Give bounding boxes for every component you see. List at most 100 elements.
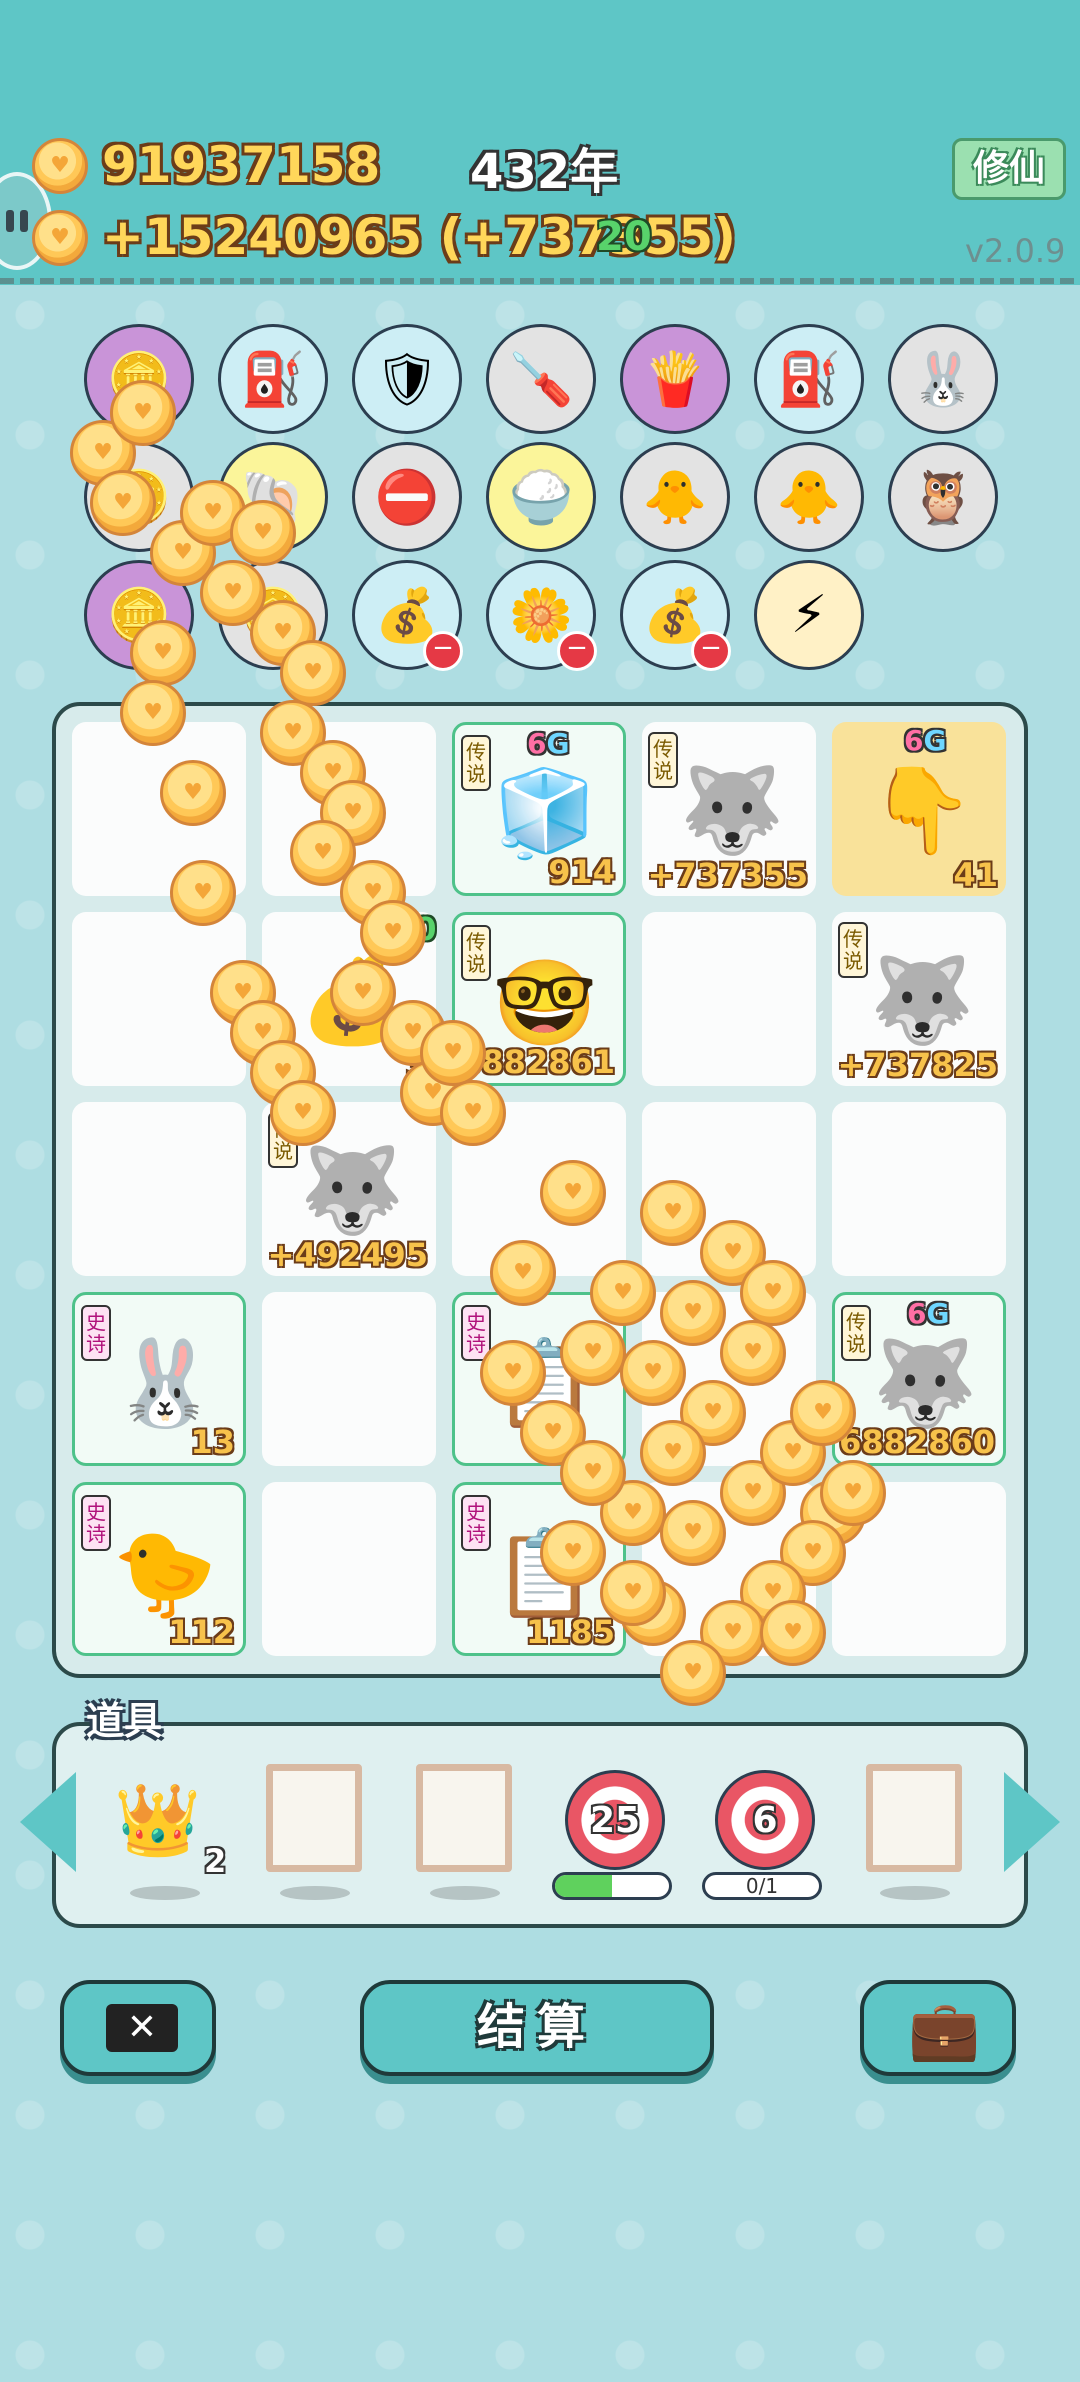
flying-coin-icon (660, 1500, 726, 1566)
flying-coin-icon (660, 1640, 726, 1706)
board-cell[interactable]: 史诗 🐤 112 (72, 1482, 246, 1656)
item-shadow (430, 1886, 500, 1900)
props-right-arrow[interactable] (1004, 1772, 1060, 1872)
empty-slot[interactable] (866, 1764, 962, 1872)
cell-value: 13 (190, 1423, 235, 1461)
item-art-icon: 🐺 (869, 951, 975, 1049)
cell-value: 6882860 (839, 1423, 995, 1461)
flying-coin-icon (620, 1340, 686, 1406)
cell-value: 914 (548, 853, 615, 891)
item-shadow (130, 1886, 200, 1900)
flying-coin-icon (170, 860, 236, 926)
item-shadow (280, 1886, 350, 1900)
item-art-icon: 🐺 (679, 761, 785, 859)
income-coin-icon (32, 210, 88, 266)
board-cell[interactable]: 传说 🐺 +737825 (832, 912, 1006, 1086)
upgrade-no-entry-icon[interactable]: ⛔ (352, 442, 462, 552)
flying-coin-icon (230, 500, 296, 566)
flying-coin-icon (540, 1160, 606, 1226)
crown-icon[interactable]: 👑 (114, 1780, 201, 1860)
board-cell[interactable] (262, 1292, 436, 1466)
board-cell[interactable] (262, 1482, 436, 1656)
board-cell[interactable] (642, 912, 816, 1086)
upgrade-shield-wrench-icon[interactable]: 🛡 (352, 324, 462, 434)
item-art-icon: 👇 (869, 761, 975, 859)
item-shadow (880, 1886, 950, 1900)
upgrade-chick-egg-icon[interactable]: 🐥 (754, 442, 864, 552)
flying-coin-icon (440, 1080, 506, 1146)
flying-coin-icon (560, 1440, 626, 1506)
target-count: 25 (589, 1799, 641, 1841)
empty-slot[interactable] (416, 1764, 512, 1872)
target-count: 6 (752, 1799, 778, 1841)
upgrade-money-bag-icon[interactable]: 💰 − (620, 560, 731, 671)
board-cell[interactable]: 传说 6G 🐺 6882860 (832, 1292, 1006, 1466)
board-cell[interactable]: 史诗 🐰 13 (72, 1292, 246, 1466)
target-progress-bar: 0/1 (702, 1872, 822, 1900)
flying-coin-icon (560, 1320, 626, 1386)
empty-slot[interactable] (266, 1764, 362, 1872)
version-label: v2.0.9 (965, 232, 1066, 270)
flying-coin-icon (280, 640, 346, 706)
board-cell[interactable]: 传说 6G 🧊 914 (452, 722, 626, 896)
upgrade-fries-icon[interactable]: 🍟 (620, 324, 730, 434)
flying-coin-icon (660, 1280, 726, 1346)
flying-coin-icon (720, 1320, 786, 1386)
remove-icon: − (557, 631, 597, 671)
cell-value: 1185 (525, 1613, 615, 1651)
remove-icon: − (691, 631, 731, 671)
flying-coin-icon (590, 1260, 656, 1326)
upgrade-pump-icon[interactable]: ⛽ (218, 324, 328, 434)
board-cell[interactable] (72, 1102, 246, 1276)
props-left-arrow[interactable] (20, 1772, 76, 1872)
bag-button[interactable]: 💼 (860, 1980, 1016, 2076)
target-item-2[interactable]: 6 (715, 1770, 815, 1870)
flying-coin-icon (790, 1380, 856, 1446)
cultivation-button[interactable]: 修仙 (952, 138, 1066, 200)
overlay-number: 20 (596, 214, 652, 260)
upgrade-chick-egg-icon[interactable]: 🐥 (620, 442, 730, 552)
upgrade-rabbit-icon[interactable]: 🐰 (888, 324, 998, 434)
flying-coin-icon (760, 1600, 826, 1666)
flying-coin-icon (160, 760, 226, 826)
upgrade-rice-bowl-icon[interactable]: 🍚 (486, 442, 596, 552)
flying-coin-icon (110, 380, 176, 446)
flying-coin-icon (90, 470, 156, 536)
settle-button[interactable]: 结算 (360, 1980, 714, 2076)
item-art-icon: 🐺 (299, 1141, 405, 1239)
flying-coin-icon (820, 1460, 886, 1526)
flying-coin-icon (420, 1020, 486, 1086)
cell-value: +737355 (647, 856, 808, 894)
progress-fill (555, 1875, 612, 1897)
flying-coin-icon (480, 1340, 546, 1406)
flying-coin-icon (600, 1560, 666, 1626)
board-cell[interactable] (832, 1102, 1006, 1276)
flying-coin-icon (740, 1260, 806, 1326)
flying-coin-icon (490, 1240, 556, 1306)
flying-coin-icon (540, 1520, 606, 1586)
flying-coin-icon (120, 680, 186, 746)
briefcase-icon: 💼 (908, 1996, 981, 2064)
upgrade-lightning-icon[interactable]: ⚡ (754, 560, 864, 670)
game-year: 432年 (470, 144, 619, 200)
upgrade-money-bag-icon[interactable]: 💰 − (352, 560, 463, 671)
board-cell[interactable]: 6G 👇 41 (832, 722, 1006, 896)
upgrade-pump-icon[interactable]: ⛽ (754, 324, 864, 434)
coin-total: 91937158 (102, 136, 381, 194)
flying-coin-icon (130, 620, 196, 686)
board-cell[interactable]: 传说 🐺 +737355 (642, 722, 816, 896)
flying-coin-icon (270, 1080, 336, 1146)
upgrade-owls-icon[interactable]: 🦉 (888, 442, 998, 552)
delete-button[interactable]: ✕ (60, 1980, 216, 2076)
upgrade-flower-pot-icon[interactable]: 🌼 − (486, 560, 597, 671)
flying-coin-icon (640, 1180, 706, 1246)
props-title: 道具 (86, 1699, 163, 1743)
cell-value: +492495 (267, 1236, 428, 1274)
cell-value: 112 (168, 1613, 235, 1651)
target-item-1[interactable]: 25 (565, 1770, 665, 1870)
upgrade-screwdriver-icon[interactable]: 🪛 (486, 324, 596, 434)
remove-icon: − (423, 631, 463, 671)
divider (0, 278, 1080, 284)
flying-coin-icon (360, 900, 426, 966)
cell-value: +737825 (837, 1046, 998, 1084)
